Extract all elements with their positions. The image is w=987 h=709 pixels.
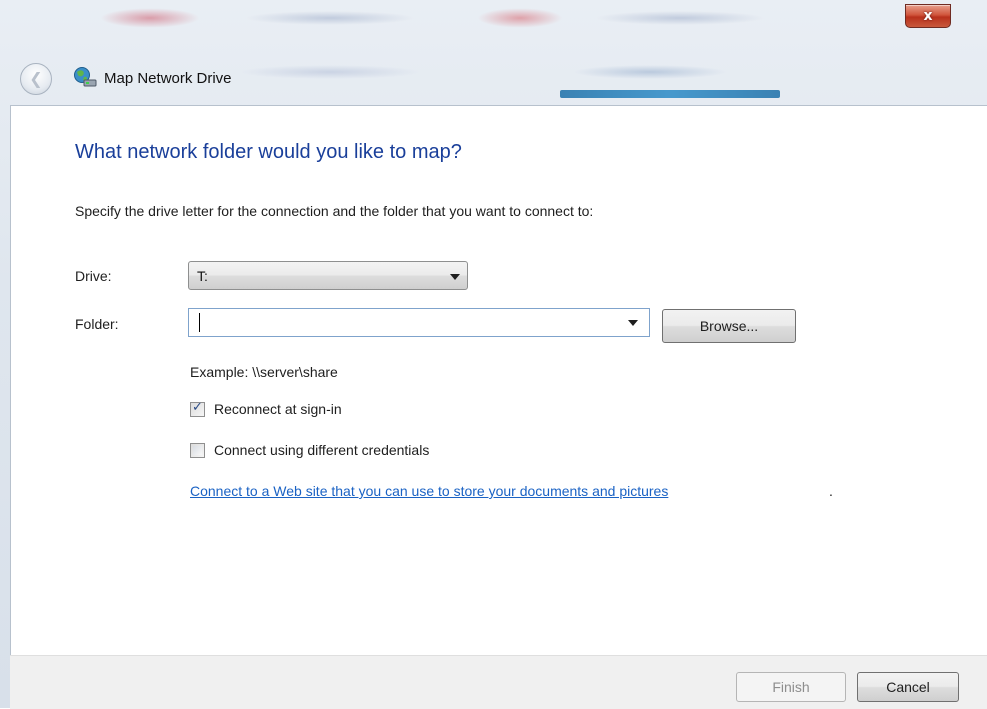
dropdown-arrow-icon xyxy=(450,274,460,280)
finish-button[interactable]: Finish xyxy=(736,672,846,702)
back-arrow-icon: ❮ xyxy=(29,68,43,88)
map-network-drive-icon xyxy=(74,67,97,87)
credentials-checkbox[interactable] xyxy=(190,443,205,458)
cancel-button[interactable]: Cancel xyxy=(857,672,959,702)
checkbox-inner xyxy=(193,446,202,455)
check-icon: ✓ xyxy=(192,400,203,415)
browse-button[interactable]: Browse... xyxy=(662,309,796,343)
folder-input[interactable] xyxy=(188,308,650,337)
dropdown-arrow-icon[interactable] xyxy=(628,320,638,326)
glass-background xyxy=(0,0,987,110)
back-button[interactable]: ❮ xyxy=(20,63,52,95)
drive-select[interactable]: T: xyxy=(188,261,468,290)
reconnect-label[interactable]: Reconnect at sign-in xyxy=(214,401,342,417)
instructions-text: Specify the drive letter for the connect… xyxy=(75,203,594,219)
background-taskbar-progress xyxy=(560,90,780,98)
close-icon: x xyxy=(923,8,933,24)
link-period: . xyxy=(829,483,833,499)
close-button[interactable]: x xyxy=(905,4,951,28)
text-cursor xyxy=(199,313,200,332)
web-site-link[interactable]: Connect to a Web site that you can use t… xyxy=(190,483,668,499)
drive-value: T: xyxy=(197,268,208,284)
drive-label: Drive: xyxy=(75,268,112,284)
window-title: Map Network Drive xyxy=(104,70,232,87)
content-panel xyxy=(10,105,987,656)
folder-label: Folder: xyxy=(75,316,119,332)
page-heading: What network folder would you like to ma… xyxy=(75,141,462,163)
example-text: Example: \\server\share xyxy=(190,364,338,380)
reconnect-checkbox[interactable]: ✓ xyxy=(190,400,205,417)
credentials-label[interactable]: Connect using different credentials xyxy=(214,442,429,458)
